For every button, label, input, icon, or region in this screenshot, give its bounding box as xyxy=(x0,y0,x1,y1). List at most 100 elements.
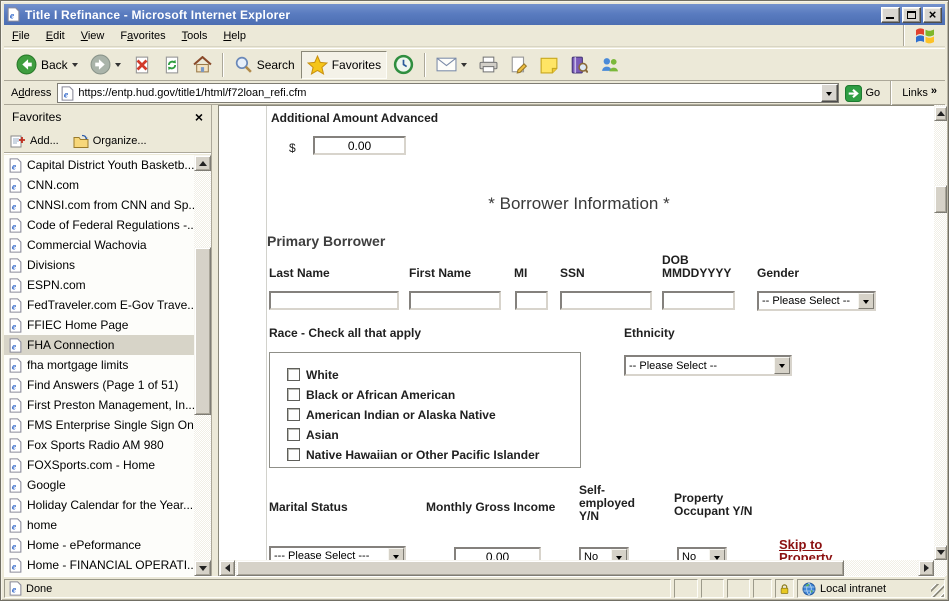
favorite-item[interactable]: FFIEC Home Page xyxy=(4,315,195,335)
status-segment xyxy=(727,579,750,598)
chevron-down-icon[interactable] xyxy=(774,357,790,374)
ssn-input[interactable] xyxy=(560,291,652,310)
menu-help[interactable]: Help xyxy=(215,27,254,45)
horizontal-scrollbar[interactable] xyxy=(219,560,934,576)
go-arrow-icon xyxy=(845,85,862,102)
windows-logo-panel xyxy=(903,25,945,46)
ie-page-icon xyxy=(9,378,22,393)
organize-favorites-button[interactable]: Organize... xyxy=(73,134,147,148)
favorite-item[interactable]: FOXSports.com - Home xyxy=(4,455,195,475)
favorite-item[interactable]: CNNSI.com from CNN and Sp... xyxy=(4,195,195,215)
ie-page-icon xyxy=(9,278,22,293)
forward-button[interactable] xyxy=(84,51,127,79)
race-checkbox-american-indian[interactable] xyxy=(287,408,300,421)
links-button[interactable]: Links » xyxy=(896,87,943,99)
scrollbar-thumb[interactable] xyxy=(236,560,844,576)
scroll-up-button[interactable] xyxy=(934,106,947,121)
favorite-item[interactable]: FedTraveler.com E-Gov Trave... xyxy=(4,295,195,315)
ie-page-icon xyxy=(9,458,22,473)
favorite-item[interactable]: Code of Federal Regulations -... xyxy=(4,215,195,235)
ie-page-icon xyxy=(9,478,22,493)
favorite-item[interactable]: Home - ePeformance xyxy=(4,535,195,555)
page-viewport: Additional Amount Advanced $ * Borrower … xyxy=(218,105,934,576)
add-favorite-button[interactable]: Add... xyxy=(10,134,59,148)
favorite-item[interactable]: First Preston Management, In... xyxy=(4,395,195,415)
favorite-item[interactable]: home xyxy=(4,515,195,535)
gender-select[interactable]: -- Please Select -- xyxy=(757,291,876,311)
ie-page-icon xyxy=(9,518,22,533)
menu-favorites[interactable]: Favorites xyxy=(112,27,173,45)
messenger-button[interactable] xyxy=(594,51,626,79)
history-button[interactable] xyxy=(387,51,420,79)
ethnicity-select[interactable]: -- Please Select -- xyxy=(624,355,792,376)
race-checkbox-white[interactable] xyxy=(287,368,300,381)
scroll-down-button[interactable] xyxy=(934,545,947,560)
income-label: Monthly Gross Income xyxy=(426,501,555,514)
menu-edit[interactable]: Edit xyxy=(38,27,73,45)
mail-button[interactable] xyxy=(430,51,473,79)
ie-page-icon xyxy=(9,538,22,553)
discuss-button[interactable] xyxy=(534,51,564,79)
favorites-button[interactable]: Favorites xyxy=(301,51,387,79)
close-button[interactable]: × xyxy=(923,7,942,23)
menu-file[interactable]: File xyxy=(4,27,38,45)
resize-grip[interactable] xyxy=(931,584,944,597)
favorite-item[interactable]: Home - FINANCIAL OPERATI... xyxy=(4,555,195,575)
edit-button[interactable] xyxy=(504,51,534,79)
research-button[interactable] xyxy=(564,51,594,79)
scrollbar-track[interactable] xyxy=(934,105,947,576)
home-button[interactable] xyxy=(187,51,218,79)
search-button[interactable]: Search xyxy=(228,51,301,79)
favorite-item[interactable]: CNN.com xyxy=(4,175,195,195)
favorites-close-icon[interactable]: × xyxy=(193,110,205,124)
race-option: Black or African American xyxy=(270,387,580,407)
organize-folder-icon xyxy=(73,134,89,148)
edit-page-icon xyxy=(510,56,528,74)
status-segment xyxy=(674,579,698,598)
scroll-left-button[interactable] xyxy=(219,560,235,576)
go-button[interactable]: Go xyxy=(839,82,887,104)
favorite-item[interactable]: Divisions xyxy=(4,255,195,275)
favorite-item[interactable]: Holiday Calendar for the Year... xyxy=(4,495,195,515)
menu-tools[interactable]: Tools xyxy=(174,27,216,45)
scrollbar-thumb[interactable] xyxy=(194,247,211,415)
additional-amount-input[interactable] xyxy=(313,136,406,155)
mi-input[interactable] xyxy=(515,291,548,310)
favorite-item[interactable]: Commercial Wachovia xyxy=(4,235,195,255)
refresh-button[interactable] xyxy=(157,51,187,79)
favorites-scrollbar[interactable] xyxy=(194,155,211,576)
favorite-item[interactable]: Find Answers (Page 1 of 51) xyxy=(4,375,195,395)
back-button[interactable]: Back xyxy=(10,51,84,79)
ie-page-icon xyxy=(9,498,22,513)
favorite-item[interactable]: Capital District Youth Basketb... xyxy=(4,155,195,175)
favorite-item-selected[interactable]: FHA Connection xyxy=(4,335,195,355)
race-checkbox-black[interactable] xyxy=(287,388,300,401)
last-name-input[interactable] xyxy=(269,291,399,310)
dob-input[interactable] xyxy=(662,291,735,310)
vertical-scrollbar[interactable] xyxy=(934,105,947,576)
favorite-item[interactable]: Fox Sports Radio AM 980 xyxy=(4,435,195,455)
menu-view[interactable]: View xyxy=(73,27,113,45)
scroll-right-button[interactable] xyxy=(918,560,934,576)
favorite-item[interactable]: Google xyxy=(4,475,195,495)
first-name-label: First Name xyxy=(409,267,471,280)
property-occupant-label: Property Occupant Y/N xyxy=(674,492,774,518)
scrollbar-thumb[interactable] xyxy=(934,185,947,213)
address-input[interactable]: https://entp.hud.gov/title1/html/f72loan… xyxy=(57,83,838,103)
minimize-button[interactable] xyxy=(881,7,900,23)
stop-button[interactable] xyxy=(127,51,157,79)
address-dropdown-button[interactable] xyxy=(821,84,838,102)
favorite-item[interactable]: FMS Enterprise Single Sign On... xyxy=(4,415,195,435)
chevron-down-icon[interactable] xyxy=(858,293,874,309)
favorite-item[interactable]: fha mortgage limits xyxy=(4,355,195,375)
mail-dropdown-icon xyxy=(461,63,467,70)
race-checkbox-asian[interactable] xyxy=(287,428,300,441)
primary-borrower-heading: Primary Borrower xyxy=(267,233,385,249)
maximize-button[interactable] xyxy=(902,7,921,23)
favorite-item[interactable]: ESPN.com xyxy=(4,275,195,295)
first-name-input[interactable] xyxy=(409,291,501,310)
scroll-up-button[interactable] xyxy=(194,155,211,171)
race-checkbox-pacific-islander[interactable] xyxy=(287,448,300,461)
print-button[interactable] xyxy=(473,51,504,79)
scroll-down-button[interactable] xyxy=(194,560,211,576)
